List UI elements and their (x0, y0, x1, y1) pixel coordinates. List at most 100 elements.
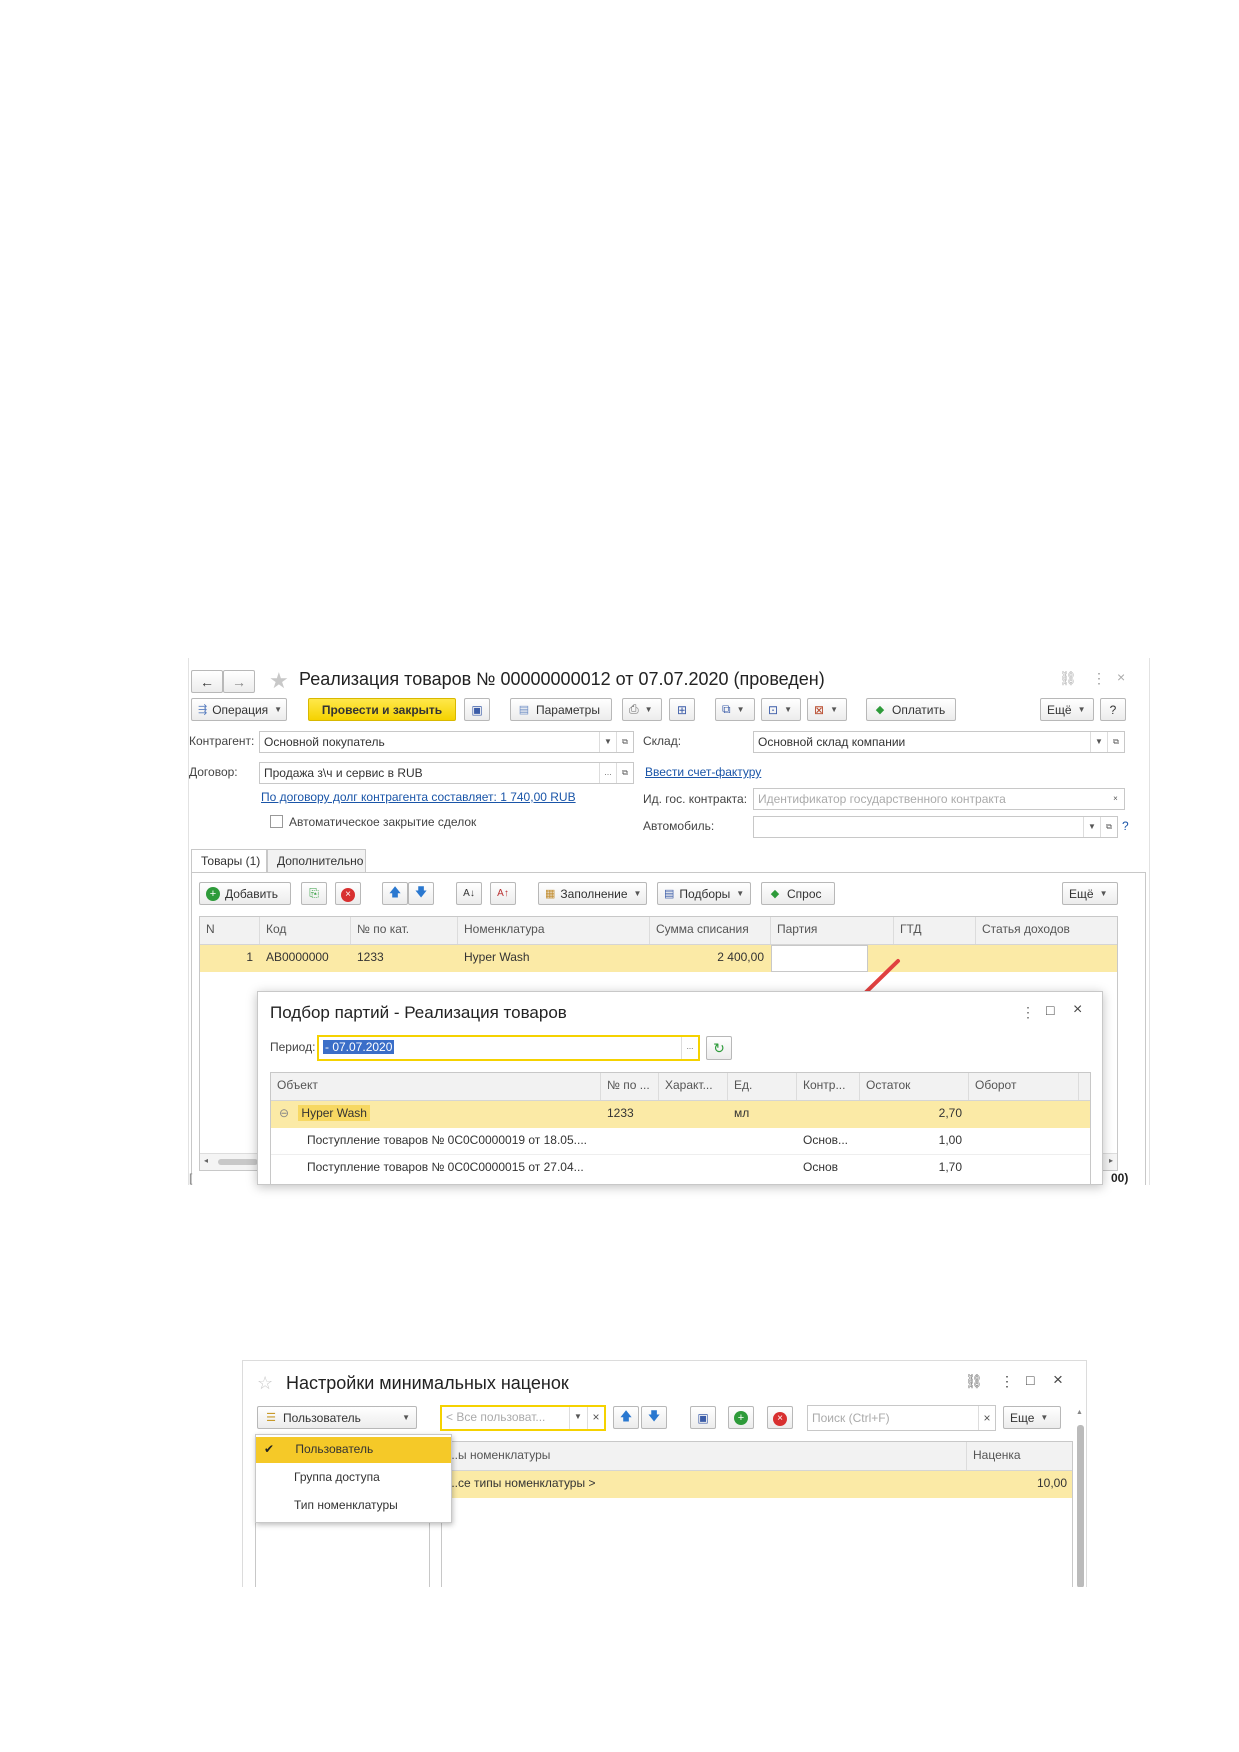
dropdown-icon[interactable]: ▼ (569, 1407, 586, 1429)
column-header[interactable]: Сумма списания (650, 917, 771, 944)
dropdown-icon[interactable]: ▼ (1090, 732, 1107, 752)
column-header[interactable]: Контр... (797, 1073, 860, 1100)
close-icon[interactable]: × (1053, 1370, 1063, 1390)
debt-link[interactable]: По договору долг контрагента составляет:… (261, 790, 576, 804)
back-button[interactable]: ← (191, 670, 223, 693)
column-header[interactable]: Оборот (969, 1073, 1079, 1100)
params-button[interactable]: ▤ Параметры (510, 698, 612, 721)
sort-asc-button[interactable]: A↓ (456, 882, 482, 905)
column-header[interactable]: N (200, 917, 260, 944)
column-header[interactable]: Характ... (659, 1073, 728, 1100)
scroll-left-icon[interactable]: ◂ (204, 1156, 208, 1165)
maximize-icon[interactable]: □ (1046, 1002, 1054, 1018)
menu-item-user[interactable]: ✔ Пользователь (256, 1437, 451, 1463)
open-icon[interactable]: ⧉ (1107, 732, 1124, 752)
link-icon[interactable]: ⛓ (1059, 670, 1077, 687)
add-row-button[interactable]: + Добавить (199, 882, 291, 905)
counterparty-field[interactable]: Основной покупатель ▼ ⧉ (259, 731, 634, 753)
save-button[interactable]: ▣ (464, 698, 490, 721)
forward-button[interactable]: → (223, 670, 255, 693)
dropdown-icon[interactable]: ▼ (1083, 817, 1100, 837)
column-header[interactable]: № по ... (601, 1073, 659, 1100)
delete-row-button[interactable]: × (335, 882, 361, 905)
dropdown-icon[interactable]: ▼ (599, 732, 616, 752)
period-select-button[interactable]: ... (681, 1037, 698, 1059)
move-down-button[interactable]: 🡇 (641, 1406, 667, 1429)
table-row[interactable]: 1 АВ0000000 1233 Hyper Wash 2 400,00 (200, 945, 1117, 972)
column-header[interactable]: Объект (271, 1073, 601, 1100)
invoice-link[interactable]: Ввести счет-фактуру (645, 765, 761, 779)
column-header[interactable]: Наценка (967, 1442, 1074, 1470)
move-up-button[interactable]: 🡅 (382, 882, 408, 905)
column-header[interactable]: Код (260, 917, 351, 944)
structure-button[interactable]: ⊞ (669, 698, 695, 721)
sort-desc-button[interactable]: A↑ (490, 882, 516, 905)
search-input[interactable]: Поиск (Ctrl+F) × (807, 1405, 996, 1431)
tab-goods[interactable]: Товары (1) (191, 849, 267, 873)
scroll-thumb[interactable] (218, 1159, 258, 1165)
car-field[interactable]: ▼ ⧉ (753, 816, 1118, 838)
period-field[interactable]: - 07.07.2020 ... (317, 1035, 700, 1061)
move-up-button[interactable]: 🡅 (613, 1406, 639, 1429)
pay-button[interactable]: ◆ Оплатить (866, 698, 956, 721)
contract-field[interactable]: Продажа з\ч и сервис в RUB … ⧉ (259, 762, 634, 784)
tab-additional[interactable]: Дополнительно (267, 849, 366, 873)
table-more-button[interactable]: Ещё ▼ (1062, 882, 1118, 905)
table-row-group[interactable]: ⊖ Hyper Wash 1233 мл 2,70 (271, 1101, 1090, 1128)
column-header[interactable]: Партия (771, 917, 894, 944)
menu-item-nomenclature-type[interactable]: Тип номенклатуры (256, 1493, 451, 1519)
column-header[interactable]: Статья доходов (976, 917, 1119, 944)
column-header[interactable]: Номенклатура (458, 917, 650, 944)
related-docs-button[interactable]: ⊠ ▼ (807, 698, 847, 721)
open-icon[interactable]: ⧉ (1100, 817, 1117, 837)
scroll-right-icon[interactable]: ▸ (1109, 1156, 1113, 1165)
table-row[interactable]: ...се типы номенклатуры > 10,00 (442, 1471, 1072, 1498)
table-row[interactable]: Поступление товаров № 0С0С0000015 от 27.… (271, 1155, 1090, 1182)
scroll-thumb[interactable] (1077, 1425, 1084, 1587)
clear-icon[interactable]: × (1107, 789, 1124, 809)
post-and-close-button[interactable]: Провести и закрыть (308, 698, 456, 721)
column-header[interactable]: № по кат. (351, 917, 458, 944)
warehouse-field[interactable]: Основной склад компании ▼ ⧉ (753, 731, 1125, 753)
column-header[interactable]: ГТД (894, 917, 976, 944)
close-icon[interactable]: × (1073, 1001, 1082, 1019)
clear-icon[interactable]: × (587, 1407, 604, 1429)
column-header[interactable]: ...ы номенклатуры (442, 1442, 967, 1470)
favorite-star-icon[interactable]: ★ (269, 668, 289, 694)
vertical-scrollbar[interactable]: ▲ (1076, 1409, 1085, 1587)
column-header[interactable]: Ед. (728, 1073, 797, 1100)
clear-icon[interactable]: × (978, 1406, 995, 1430)
collapse-icon[interactable]: ⊖ (279, 1106, 289, 1120)
car-help-icon[interactable]: ? (1122, 819, 1129, 833)
more-button[interactable]: Ещё ▼ (1040, 698, 1094, 721)
fill-button[interactable]: ▦ Заполнение ▼ (538, 882, 647, 905)
gov-contract-field[interactable]: Идентификатор государственного контракта… (753, 788, 1125, 810)
move-down-button[interactable]: 🡇 (408, 882, 434, 905)
menu-item-access-group[interactable]: Группа доступа (256, 1465, 451, 1491)
maximize-icon[interactable]: □ (1026, 1372, 1034, 1388)
auto-close-checkbox[interactable] (270, 815, 283, 828)
operation-button[interactable]: ⇶ Операция ▼ (191, 698, 287, 721)
favorite-star-icon[interactable]: ☆ (257, 1373, 273, 1394)
table-row[interactable]: Поступление товаров № 0С0С0000019 от 18.… (271, 1128, 1090, 1155)
user-filter-field[interactable]: < Все пользоват... ▼ × (440, 1405, 606, 1431)
more-button[interactable]: Еще ▼ (1003, 1406, 1061, 1429)
scroll-up-icon[interactable]: ▲ (1076, 1409, 1083, 1416)
delete-button[interactable]: × (767, 1406, 793, 1429)
mode-selector[interactable]: ☰ Пользователь ▼ (257, 1406, 417, 1429)
create-based-button[interactable]: ⧉ ▼ (715, 698, 755, 721)
open-icon[interactable]: ⧉ (616, 763, 633, 783)
select-icon[interactable]: … (599, 763, 616, 783)
copy-row-button[interactable]: ⎘ (301, 882, 327, 905)
kebab-menu-icon[interactable]: ⋮ (1021, 1004, 1035, 1021)
refresh-button[interactable]: ↻ (706, 1036, 732, 1060)
link-icon[interactable]: ⛓ (965, 1373, 983, 1390)
request-button[interactable]: ◆ Спрос (761, 882, 835, 905)
help-button[interactable]: ? (1100, 698, 1126, 721)
column-header[interactable]: Остаток (860, 1073, 969, 1100)
kebab-menu-icon[interactable]: ⋮ (1092, 670, 1106, 687)
close-icon[interactable]: × (1117, 669, 1125, 685)
picks-button[interactable]: ▤ Подборы ▼ (657, 882, 751, 905)
print-button[interactable]: ⎙ ▼ (622, 698, 662, 721)
add-button[interactable]: + (728, 1406, 754, 1429)
